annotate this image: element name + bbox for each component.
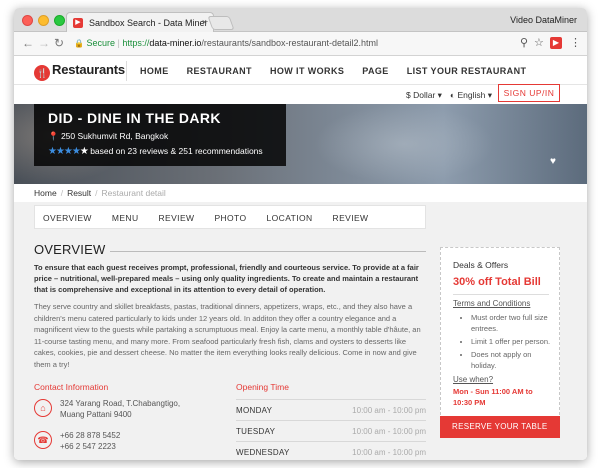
- hours-row: TUESDAY 10:00 am - 10:00 pm: [236, 420, 426, 440]
- overview-lead: To ensure that each guest receives promp…: [34, 263, 419, 294]
- list-item: Does not apply on holiday.: [471, 349, 553, 371]
- fork-knife-icon: 🍴: [34, 65, 50, 81]
- address-bar: ← → ↻ 🔒 Secure | https://data-miner.io/r…: [14, 32, 587, 56]
- rating-text: based on 23 reviews & 251 recommendation…: [90, 146, 263, 156]
- contact-heading: Contact Information: [34, 382, 109, 392]
- url-scheme: https://: [122, 38, 150, 48]
- breadcrumb-result[interactable]: Result: [67, 188, 91, 198]
- breadcrumb: Home / Result / Restaurant detail: [34, 188, 166, 198]
- tab-close-icon[interactable]: ×: [202, 17, 207, 27]
- address-line-1: 324 Yarang Road, T.Chabangtigo,: [60, 399, 181, 408]
- dataminer-extension-icon[interactable]: ▶: [550, 37, 562, 49]
- tab-review-2[interactable]: REVIEW: [333, 213, 369, 228]
- breadcrumb-home[interactable]: Home: [34, 188, 57, 198]
- dataminer-favicon-icon: ▶: [73, 18, 83, 28]
- nav-how-it-works[interactable]: HOW IT WORKS: [270, 66, 344, 76]
- tab-overview[interactable]: OVERVIEW: [43, 213, 92, 228]
- deals-panel: Deals & Offers 30% off Total Bill Terms …: [440, 247, 560, 435]
- deal-hours: Mon - Sun 11:00 AM to 10:30 PM: [453, 387, 533, 407]
- heart-icon[interactable]: ♥: [550, 156, 556, 167]
- terms-link[interactable]: Terms and Conditions: [453, 299, 559, 308]
- tab-bar: ▶ Sandbox Search - Data Miner × Video Da…: [14, 8, 587, 32]
- url-host: data-miner.io: [149, 38, 202, 48]
- restaurant-info-card: DID - DINE IN THE DARK 📍 250 Sukhumvit R…: [34, 104, 286, 166]
- phone-icon: ☎: [34, 431, 52, 449]
- restaurant-rating: ★★★★★ based on 23 reviews & 251 recommen…: [48, 146, 286, 157]
- hours-day: TUESDAY: [236, 427, 276, 436]
- back-arrow-icon[interactable]: ←: [22, 36, 34, 50]
- hours-row: MONDAY 10:00 am - 10:00 pm: [236, 399, 426, 419]
- browser-window: ▶ Sandbox Search - Data Miner × Video Da…: [14, 8, 587, 460]
- phone-line-2[interactable]: +66 2 547 2223: [60, 442, 120, 453]
- contact-phone: ☎ +66 28 878 5452 +66 2 547 2223: [34, 431, 224, 459]
- overview-divider: [110, 251, 426, 252]
- hours-day: MONDAY: [236, 406, 273, 415]
- hours-time: 10:00 am - 10:00 pm: [352, 406, 426, 415]
- restaurant-hero-image: DID - DINE IN THE DARK 📍 250 Sukhumvit R…: [14, 104, 587, 184]
- restaurant-name: DID - DINE IN THE DARK: [48, 110, 221, 126]
- nav-list-your-restaurant[interactable]: LIST YOUR RESTAURANT: [407, 66, 527, 76]
- list-item: Must order two full size entrees.: [471, 312, 553, 334]
- signup-button[interactable]: SIGN UP/IN: [498, 84, 560, 102]
- nav-home[interactable]: HOME: [140, 66, 169, 76]
- tab-menu[interactable]: MENU: [112, 213, 139, 228]
- search-icon[interactable]: ⚲: [520, 36, 528, 49]
- main-menu: HOME RESTAURANT HOW IT WORKS PAGE LIST Y…: [140, 66, 526, 76]
- deal-headline: 30% off Total Bill: [453, 276, 541, 288]
- hours-time: 10:00 am - 10:00 pm: [352, 427, 426, 436]
- contact-address: ⌂ 324 Yarang Road, T.Chabangtigo, Muang …: [34, 399, 224, 427]
- tab-photo[interactable]: PHOTO: [214, 213, 246, 228]
- hours-day: WEDNESDAY: [236, 448, 290, 457]
- language-select[interactable]: ◐ English ▾: [450, 90, 492, 101]
- secure-label: Secure: [86, 38, 116, 48]
- logo-divider: [126, 61, 127, 81]
- site-logo[interactable]: 🍴 Restaurants: [34, 62, 125, 81]
- hours-time: 10:00 am - 10:00 pm: [352, 448, 426, 457]
- browser-tab[interactable]: ▶ Sandbox Search - Data Miner ×: [66, 12, 214, 32]
- breadcrumb-current: Restaurant detail: [101, 188, 166, 198]
- deals-divider: [453, 294, 549, 295]
- lock-icon: 🔒: [74, 39, 84, 48]
- maximize-window-button[interactable]: [54, 15, 65, 26]
- reserve-table-button[interactable]: RESERVE YOUR TABLE: [440, 416, 560, 438]
- address-line-2: Muang Pattani 9400: [60, 409, 132, 419]
- phone-line-1[interactable]: +66 28 878 5452: [60, 431, 120, 442]
- terms-list: Must order two full size entrees. Limit …: [453, 312, 553, 371]
- reload-icon[interactable]: ↻: [54, 36, 64, 50]
- deals-heading: Deals & Offers: [453, 260, 509, 270]
- new-tab-button[interactable]: [207, 16, 235, 30]
- logo-text: Restaurants: [52, 62, 125, 77]
- profile-name[interactable]: Video DataMiner: [510, 15, 577, 25]
- star-empty-icon: ★: [79, 146, 89, 157]
- opening-time-heading: Opening Time: [236, 382, 289, 392]
- list-item: Limit 1 offer per person.: [471, 336, 553, 347]
- url-field[interactable]: 🔒 Secure | https://data-miner.io/restaur…: [70, 35, 530, 52]
- site-header: 🍴 Restaurants HOME RESTAURANT HOW IT WORK…: [14, 57, 587, 85]
- forward-arrow-icon[interactable]: →: [38, 36, 50, 50]
- nav-restaurant[interactable]: RESTAURANT: [187, 66, 252, 76]
- tab-review[interactable]: REVIEW: [159, 213, 195, 228]
- minimize-window-button[interactable]: [38, 15, 49, 26]
- browser-menu-icon[interactable]: ⋮: [570, 36, 581, 49]
- nav-page[interactable]: PAGE: [362, 66, 388, 76]
- use-when-link[interactable]: Use when?: [453, 375, 559, 384]
- page-content: 🍴 Restaurants HOME RESTAURANT HOW IT WORK…: [14, 57, 587, 460]
- overview-heading: OVERVIEW: [34, 242, 106, 257]
- star-rating-icon: ★★★★: [48, 146, 81, 157]
- overview-body: They serve country and skillet breakfast…: [34, 302, 421, 369]
- tab-location[interactable]: LOCATION: [267, 213, 313, 228]
- detail-tabs: OVERVIEW MENU REVIEW PHOTO LOCATION REVI…: [34, 205, 426, 229]
- home-icon: ⌂: [34, 399, 52, 417]
- currency-select[interactable]: $ Dollar ▾: [406, 90, 442, 101]
- close-window-button[interactable]: [22, 15, 33, 26]
- restaurant-address: 📍 250 Sukhumvit Rd, Bangkok: [48, 131, 169, 141]
- bookmark-star-icon[interactable]: ☆: [534, 36, 544, 49]
- url-path: /restaurants/sandbox-restaurant-detail2.…: [201, 38, 379, 48]
- hours-row: WEDNESDAY 10:00 am - 10:00 pm: [236, 441, 426, 460]
- tab-title: Sandbox Search - Data Miner: [89, 18, 208, 28]
